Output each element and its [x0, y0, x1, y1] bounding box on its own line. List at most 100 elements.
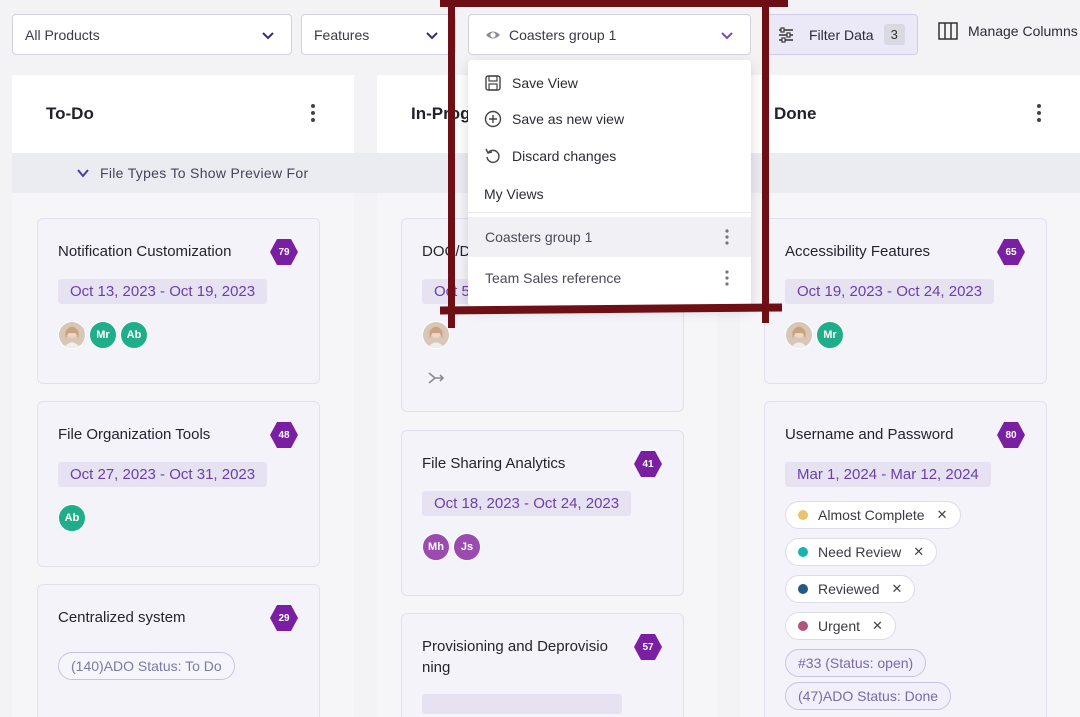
- filter-data-label: Filter Data: [809, 26, 874, 43]
- view-item-label: Team Sales reference: [485, 270, 622, 286]
- card[interactable]: Username and Password 80 Mar 1, 2024 - M…: [764, 401, 1047, 717]
- view-item[interactable]: Team Sales reference: [468, 258, 751, 298]
- remove-tag-icon[interactable]: ✕: [891, 581, 902, 597]
- label-tag[interactable]: Almost Complete ✕: [785, 501, 961, 529]
- assignees: Ab: [58, 504, 89, 532]
- remove-tag-icon[interactable]: ✕: [913, 544, 924, 560]
- more-vertical-icon[interactable]: [310, 103, 316, 123]
- priority-badge: 48: [270, 422, 298, 448]
- remove-tag-icon[interactable]: ✕: [937, 507, 948, 523]
- date-range-placeholder: [422, 694, 622, 714]
- priority-badge: 41: [634, 451, 662, 477]
- card-title: Provisioning and Deprovisio ning: [422, 636, 608, 678]
- date-range: Oct 13, 2023 - Oct 19, 2023: [58, 279, 268, 304]
- card-title: File Organization Tools: [58, 426, 211, 443]
- card[interactable]: Provisioning and Deprovisio ning 57: [401, 613, 684, 717]
- priority-badge: 57: [634, 634, 662, 660]
- highlight-box-right: [762, 0, 769, 323]
- card-title: File Sharing Analytics: [422, 455, 566, 472]
- avatar[interactable]: Ab: [120, 321, 148, 349]
- avatar[interactable]: Mr: [816, 321, 844, 349]
- card-title: Accessibility Features: [785, 243, 931, 260]
- avatar[interactable]: Mr: [89, 321, 117, 349]
- manage-columns-button[interactable]: Manage Columns: [938, 22, 1078, 40]
- assignees: Mr: [785, 321, 847, 349]
- card-title-line: ning: [422, 659, 451, 676]
- tag-label: Reviewed: [818, 581, 880, 597]
- priority-badge: 80: [997, 422, 1025, 448]
- tag-color-dot: [798, 621, 808, 631]
- save-view-label: Save View: [512, 75, 578, 91]
- card-title: Username and Password: [785, 426, 954, 443]
- card[interactable]: Centralized system 29 (140)ADO Status: T…: [37, 584, 320, 717]
- highlight-box-bottom: [439, 303, 783, 315]
- more-vertical-icon[interactable]: [1036, 103, 1042, 123]
- chevron-down-icon: [721, 32, 733, 40]
- card[interactable]: File Sharing Analytics 41 Oct 18, 2023 -…: [401, 430, 684, 596]
- group-label: File Types To Show Preview For: [100, 165, 309, 181]
- eye-icon: [486, 31, 500, 38]
- date-range: Oct 18, 2023 - Oct 24, 2023: [422, 491, 632, 516]
- avatar[interactable]: Mh: [422, 533, 450, 561]
- avatar[interactable]: [785, 321, 813, 349]
- columns-icon: [938, 22, 958, 40]
- remove-tag-icon[interactable]: ✕: [872, 618, 883, 634]
- more-vertical-icon[interactable]: [725, 270, 729, 286]
- view-dropdown-menu: Save View Save as new view Discard chang…: [468, 60, 751, 306]
- tag-color-dot: [798, 584, 808, 594]
- avatar[interactable]: Js: [453, 533, 481, 561]
- card-title-line: Provisioning and Deprovisio: [422, 638, 608, 655]
- chevron-down-icon: [262, 32, 274, 40]
- card-title: DOC/D: [422, 243, 471, 260]
- highlight-box-left: [448, 0, 455, 328]
- more-vertical-icon[interactable]: [725, 229, 729, 245]
- filter-count-badge: 3: [883, 24, 905, 45]
- status-tag: (140)ADO Status: To Do: [58, 652, 235, 680]
- tag-label: Urgent: [818, 618, 861, 634]
- card-title: Centralized system: [58, 609, 186, 626]
- column-header: Done: [740, 75, 1080, 153]
- manage-columns-label: Manage Columns: [968, 23, 1078, 39]
- label-tag[interactable]: Need Review ✕: [785, 538, 938, 566]
- label-tag[interactable]: Urgent ✕: [785, 612, 896, 640]
- save-view-item[interactable]: Save View: [484, 74, 578, 92]
- my-views-heading: My Views: [484, 186, 544, 202]
- card[interactable]: File Organization Tools 48 Oct 27, 2023 …: [37, 401, 320, 567]
- discard-changes-label: Discard changes: [512, 148, 617, 164]
- undo-icon: [485, 148, 500, 163]
- date-range: Oct 27, 2023 - Oct 31, 2023: [58, 462, 268, 487]
- assignees: Mr Ab: [58, 321, 151, 349]
- status-tag: (47)ADO Status: Done: [785, 682, 952, 710]
- column-title: Done: [774, 104, 817, 123]
- avatar[interactable]: [58, 321, 86, 349]
- plus-circle-icon: [484, 110, 502, 128]
- priority-badge: 65: [997, 239, 1025, 265]
- label-tag[interactable]: Reviewed ✕: [785, 575, 916, 603]
- view-select-value: Coasters group 1: [509, 26, 617, 43]
- tag-color-dot: [798, 547, 808, 557]
- sliders-icon: [779, 26, 793, 43]
- column-title: To-Do: [46, 104, 94, 123]
- features-select[interactable]: Features: [301, 14, 456, 55]
- discard-changes-item[interactable]: Discard changes: [484, 147, 616, 165]
- card[interactable]: Accessibility Features 65 Oct 19, 2023 -…: [764, 218, 1047, 384]
- avatar[interactable]: Ab: [58, 504, 86, 532]
- avatar[interactable]: [422, 321, 450, 349]
- save-icon: [485, 75, 501, 91]
- highlight-box-top: [440, 0, 788, 7]
- card[interactable]: Notification Customization 79 Oct 13, 20…: [37, 218, 320, 384]
- column-header: To-Do: [12, 75, 354, 153]
- date-range: Mar 1, 2024 - Mar 12, 2024: [785, 462, 991, 487]
- products-select[interactable]: All Products: [12, 14, 292, 55]
- merge-icon: [428, 372, 445, 384]
- save-new-view-label: Save as new view: [512, 111, 625, 127]
- divider: [468, 212, 751, 213]
- save-new-view-item[interactable]: Save as new view: [484, 110, 624, 128]
- view-item-label: Coasters group 1: [485, 229, 593, 245]
- filter-data-button[interactable]: Filter Data 3: [762, 14, 918, 55]
- view-item[interactable]: Coasters group 1: [468, 217, 751, 257]
- view-select[interactable]: Coasters group 1: [468, 14, 751, 55]
- priority-badge: 29: [270, 605, 298, 631]
- date-range: Oct 19, 2023 - Oct 24, 2023: [785, 279, 995, 304]
- tag-color-dot: [798, 510, 808, 520]
